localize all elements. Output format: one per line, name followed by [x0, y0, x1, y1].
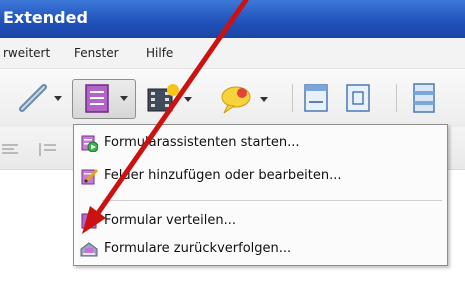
annotation-arrow [82, 0, 249, 234]
